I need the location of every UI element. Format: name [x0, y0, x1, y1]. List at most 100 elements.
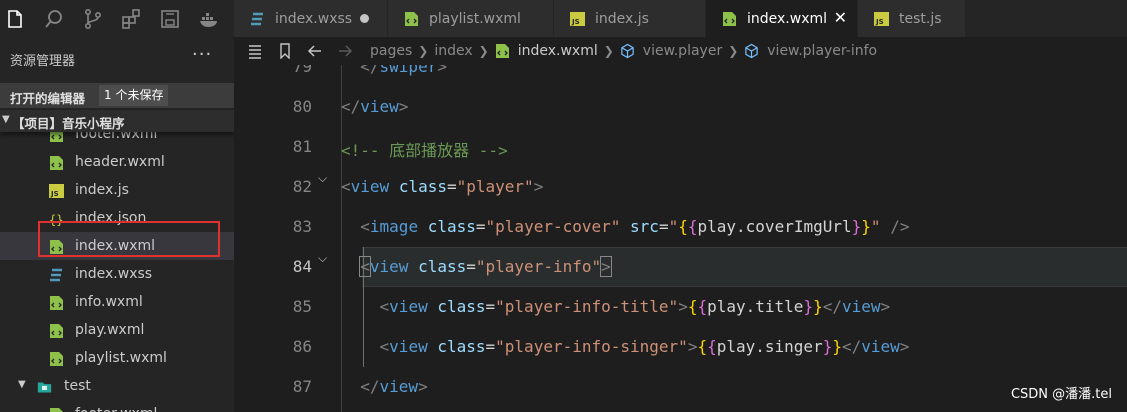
wxml-file-icon — [722, 11, 737, 27]
tab-label: playlist.wxml — [429, 10, 521, 27]
tab-index-wxml[interactable]: index.wxml ✕ — [706, 0, 858, 37]
docker-icon[interactable] — [195, 5, 222, 34]
file-name: info.wxml — [75, 294, 143, 310]
watermark: CSDN @潘潘.tel — [1010, 387, 1112, 402]
code-line-83: <image class="player-cover" src="{{play.… — [360, 217, 910, 236]
code-line-79: </swiper> — [360, 65, 447, 76]
tree-file[interactable]: header.wxml — [0, 148, 234, 176]
search-icon[interactable] — [41, 5, 68, 34]
tab-test-js[interactable]: JS test.js — [858, 0, 966, 37]
line-number: 79 — [292, 65, 312, 76]
css-file-icon — [250, 11, 265, 27]
forward-arrow-icon[interactable] — [336, 42, 354, 60]
bookmark-icon[interactable] — [276, 42, 294, 60]
chevron-right-icon: ❯ — [418, 44, 429, 58]
unsaved-dot-icon[interactable] — [360, 14, 369, 23]
extensions-icon[interactable] — [118, 5, 145, 34]
more-actions-icon[interactable]: ··· — [192, 44, 212, 65]
tab-index-js[interactable]: JS index.js — [554, 0, 706, 37]
editor-tab-bar: index.wxss playlist.wxml JS index.js index.w… — [234, 0, 1127, 37]
wxml-file-icon — [49, 351, 64, 367]
explorer-sidebar: 资源管理器 ··· 打开的编辑器 1 个未保存 ▼ 【项目】音乐小程序 foot… — [0, 0, 234, 412]
code-line-85: <view class="player-info-title">{{play.t… — [379, 297, 891, 316]
folder-file-icon — [37, 378, 52, 394]
file-name: header.wxml — [75, 154, 165, 170]
chevron-right-icon: ❯ — [603, 44, 614, 58]
wxml-file-icon — [49, 295, 64, 311]
wxml-file-icon — [495, 44, 509, 58]
tab-playlist-wxml[interactable]: playlist.wxml — [388, 0, 554, 37]
tree-file[interactable]: info.wxml — [0, 288, 234, 316]
line-number: 87 — [292, 377, 312, 396]
svg-text:JS: JS — [50, 190, 59, 198]
wxml-file-icon — [49, 407, 64, 412]
back-arrow-icon[interactable] — [306, 42, 324, 60]
file-name: footer.wxml — [75, 406, 157, 412]
code-line-81: <!-- 底部播放器 --> — [341, 141, 508, 160]
tree-file[interactable]: playlist.wxml — [0, 344, 234, 372]
breadcrumb-pages[interactable]: pages — [370, 43, 412, 59]
outline-list-icon[interactable] — [246, 42, 264, 60]
js-file-icon: JS — [570, 11, 585, 27]
tree-file[interactable]: JS index.js — [0, 176, 234, 204]
activity-bar — [0, 0, 234, 38]
svg-text:JS: JS — [571, 18, 580, 26]
code-line-80: </view> — [341, 97, 409, 116]
line-number: 83 — [292, 217, 312, 236]
source-control-icon[interactable] — [79, 5, 106, 34]
line-number: 82 — [292, 177, 312, 196]
breadcrumb: pages ❯ index ❯ index.wxml ❯ view.player… — [234, 37, 1127, 65]
open-editors-label: 打开的编辑器 — [10, 91, 86, 106]
code-line-86: <view class="player-info-singer">{{play.… — [379, 337, 910, 356]
wxml-file-icon — [49, 155, 64, 171]
close-icon[interactable]: ✕ — [834, 8, 847, 27]
file-name: playlist.wxml — [75, 350, 167, 366]
line-number: 86 — [292, 337, 312, 356]
breadcrumb-view-player[interactable]: view.player — [643, 43, 722, 59]
code-line-82: <view class="player"> — [341, 177, 544, 196]
code-line-87: </view> — [360, 377, 428, 396]
chevron-right-icon: ❯ — [728, 44, 739, 58]
tree-folder[interactable]: ▼ test — [0, 372, 234, 400]
tree-file[interactable]: footer.wxml — [0, 400, 234, 412]
file-tree: footer.wxml header.wxml JS index.js{} index.… — [0, 120, 234, 412]
tab-label: index.js — [595, 10, 649, 27]
line-number: 85 — [292, 297, 312, 316]
open-editors-section[interactable]: 打开的编辑器 1 个未保存 — [0, 83, 234, 108]
tab-label: index.wxml — [747, 10, 828, 27]
tab-index-wxss[interactable]: index.wxss — [234, 0, 388, 37]
fold-chevron-icon[interactable]: ⌵ — [318, 171, 327, 186]
tree-file[interactable]: play.wxml — [0, 316, 234, 344]
file-name: index.js — [75, 182, 129, 198]
chevron-down-icon: ▼ — [2, 114, 10, 125]
file-name: play.wxml — [75, 322, 145, 338]
tab-label: index.wxss — [275, 10, 353, 27]
tab-label: test.js — [899, 10, 942, 27]
project-section[interactable]: ▼ 【项目】音乐小程序 — [0, 110, 234, 132]
tree-file[interactable]: index.wxss — [0, 260, 234, 288]
unsaved-badge: 1 个未保存 — [99, 85, 169, 106]
fold-chevron-icon[interactable]: ⌵ — [318, 251, 327, 266]
line-number: 80 — [292, 97, 312, 116]
code-line-84: <view class="player-info"> — [359, 256, 612, 277]
file-name: test — [64, 378, 91, 394]
files-icon[interactable] — [2, 5, 29, 34]
element-cube-icon — [745, 43, 758, 59]
code-editor[interactable]: 79 80 81 82 83 84 85 86 87 ⌵ ⌵ </swiper>… — [234, 65, 1127, 412]
svg-text:JS: JS — [875, 18, 884, 26]
element-cube-icon — [621, 43, 634, 59]
explorer-title: 资源管理器 — [10, 54, 76, 69]
annotation-highlight-box — [38, 221, 220, 257]
line-number: 81 — [292, 137, 312, 156]
js-file-icon: JS — [874, 11, 889, 27]
wxml-file-icon — [49, 323, 64, 339]
breadcrumb-view-player-info[interactable]: view.player-info — [767, 43, 877, 59]
save-panel-icon[interactable] — [157, 5, 184, 34]
wxml-file-icon — [404, 11, 419, 27]
breadcrumb-index[interactable]: index — [434, 43, 472, 59]
js-file-icon: JS — [49, 183, 64, 199]
breadcrumb-file[interactable]: index.wxml — [518, 43, 598, 59]
chevron-right-icon: ❯ — [478, 44, 489, 58]
project-label: 【项目】音乐小程序 — [12, 116, 125, 131]
line-number-current: 84 — [292, 257, 312, 276]
